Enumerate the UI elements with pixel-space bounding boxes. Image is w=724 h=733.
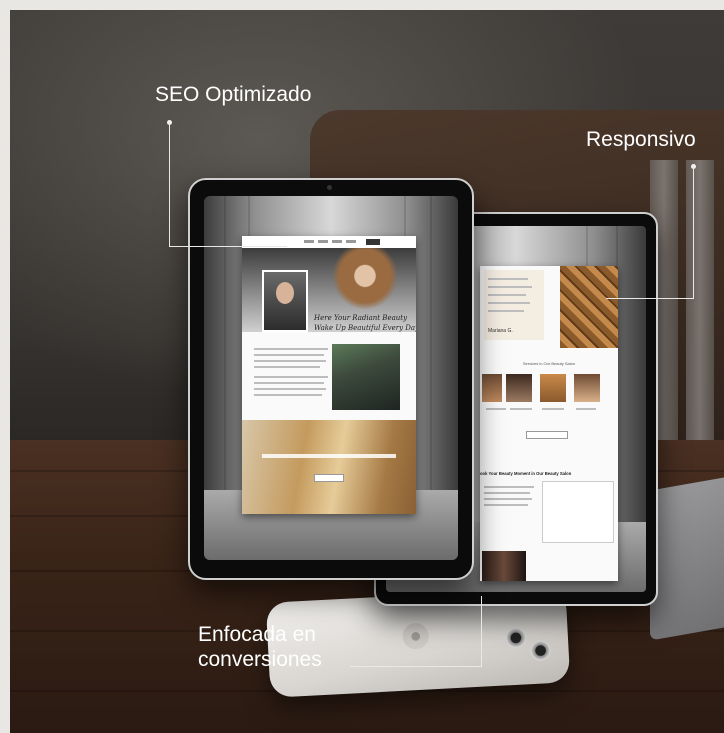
booking-heading: ook Your Beauty Moment in Our Beauty Sal… [480, 471, 572, 476]
conversions-leader-line [350, 666, 482, 667]
responsive-label: Responsivo [586, 128, 696, 151]
photo-scene: ● Mariana G. Services in Our Beauty Salo… [10, 10, 724, 733]
chair-slat [686, 160, 714, 440]
services-heading: Services in Our Beauty Salon [522, 361, 576, 366]
service-thumbnail [506, 374, 532, 402]
service-thumbnail [482, 374, 502, 402]
male-portrait [262, 270, 308, 332]
front-tablet: Here Your Radiant Beauty Wake Up Beautif… [188, 178, 474, 580]
booking-form[interactable] [542, 481, 614, 543]
nav-cta-button[interactable] [366, 239, 380, 245]
salon-webpage-desktop: Here Your Radiant Beauty Wake Up Beautif… [242, 236, 416, 514]
seo-label: SEO Optimizado [155, 83, 312, 106]
front-tablet-screen: Here Your Radiant Beauty Wake Up Beautif… [204, 196, 458, 560]
service-thumbnail [574, 374, 600, 402]
braid-hair-image [560, 266, 618, 348]
laptop [650, 469, 724, 641]
responsive-leader-line [606, 298, 694, 299]
hair-banner-title [262, 454, 396, 458]
services-button[interactable] [526, 431, 568, 439]
salon-interior-photo [332, 344, 400, 410]
conversions-leader-line [481, 596, 482, 666]
camera-lens-icon [530, 640, 552, 662]
salon-photo [482, 551, 526, 581]
camera-lens-icon [505, 627, 527, 649]
seo-leader-line [169, 122, 170, 246]
hero-headline: Here Your Radiant Beauty [314, 314, 408, 322]
seo-leader-line [169, 246, 287, 247]
hair-banner-image [242, 420, 416, 514]
service-thumbnail [540, 374, 566, 402]
testimonial-author: Mariana G. [488, 328, 513, 334]
hero-subheadline: Wake Up Beautiful Every Day [314, 324, 416, 332]
salon-webpage-mobile: Mariana G. Services in Our Beauty Salon … [480, 266, 618, 581]
apple-logo-icon: ● [402, 622, 430, 650]
responsive-leader-line [693, 166, 694, 298]
front-camera-icon [327, 185, 332, 190]
hair-banner-button[interactable] [314, 474, 344, 482]
conversions-label-line2: conversiones [198, 648, 322, 671]
conversions-label-line1: Enfocada en [198, 623, 316, 646]
female-portrait [332, 248, 398, 310]
